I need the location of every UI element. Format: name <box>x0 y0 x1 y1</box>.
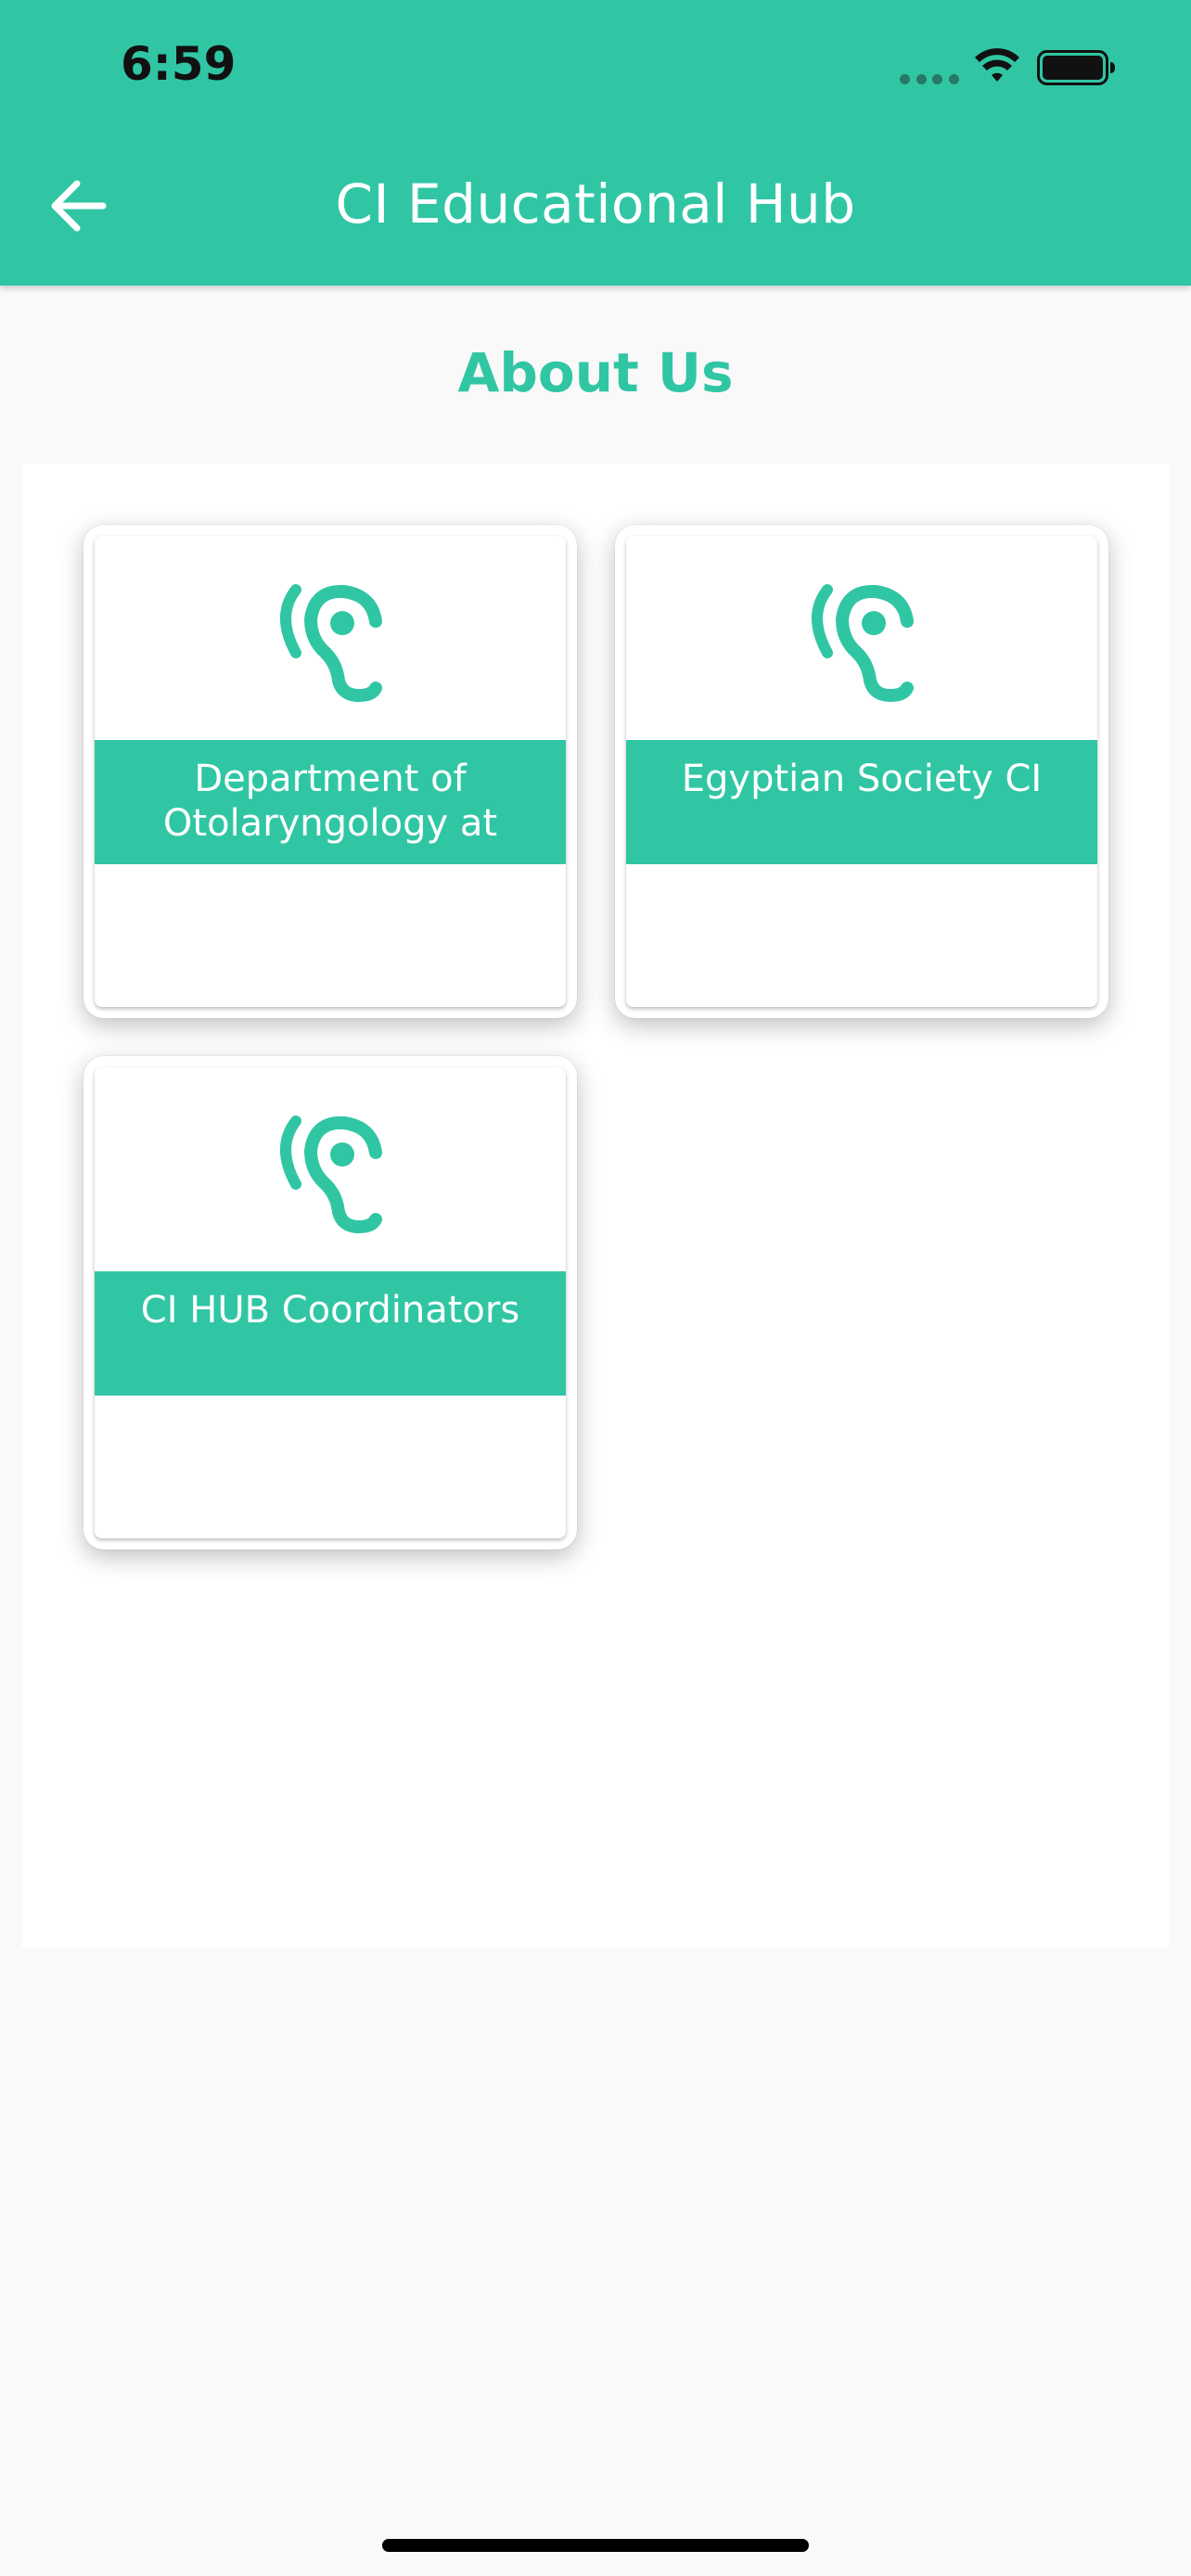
battery-icon <box>1037 50 1115 85</box>
card-label: Department of Otolaryngology at <box>95 740 566 864</box>
card-label: CI HUB Coordinators <box>95 1271 566 1396</box>
card-department[interactable]: Department of Otolaryngology at <box>83 525 577 1018</box>
card-egyptian-society[interactable]: Egyptian Society CI <box>615 525 1108 1018</box>
wifi-icon <box>975 48 1019 82</box>
app-screen: 6:59 CI Educational Hub About Us Departm… <box>0 0 1191 2576</box>
home-indicator[interactable] <box>382 2539 809 2552</box>
cellular-signal-icon <box>900 74 959 85</box>
status-time: 6:59 <box>121 37 237 91</box>
app-header: 6:59 CI Educational Hub <box>0 0 1191 286</box>
page-title: About Us <box>457 341 734 404</box>
ear-icon <box>812 584 914 703</box>
card-body: CI HUB Coordinators <box>95 1067 566 1538</box>
ear-icon <box>280 584 382 703</box>
card-body: Department of Otolaryngology at <box>95 536 566 1007</box>
card-label: Egyptian Society CI <box>626 740 1097 864</box>
card-coordinators[interactable]: CI HUB Coordinators <box>83 1056 577 1549</box>
card-body: Egyptian Society CI <box>626 536 1097 1007</box>
ear-icon <box>280 1116 382 1234</box>
cards-panel: Department of Otolaryngology at Egyptian… <box>22 464 1169 1947</box>
header-title: CI Educational Hub <box>335 172 856 236</box>
